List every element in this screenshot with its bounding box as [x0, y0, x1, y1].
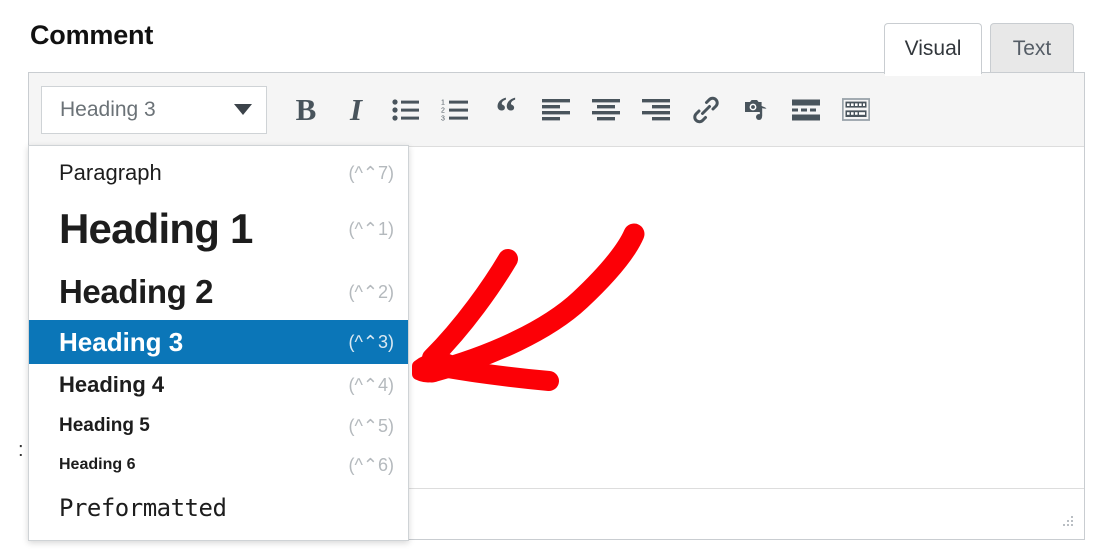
link-icon	[693, 96, 719, 123]
dropdown-item-shortcut: (^⌃1)	[348, 218, 394, 239]
dropdown-item-preformatted[interactable]: Preformatted	[29, 484, 408, 532]
tab-visual-label: Visual	[904, 37, 962, 60]
read-more-button[interactable]	[781, 85, 831, 135]
svg-text:2: 2	[441, 107, 445, 114]
page-title: Comment	[30, 20, 154, 50]
dropdown-item-label: Heading 1	[59, 205, 253, 252]
align-center-button[interactable]	[581, 85, 631, 135]
align-left-icon	[542, 98, 570, 120]
media-icon	[745, 99, 767, 120]
chevron-down-icon	[234, 104, 252, 115]
tab-text[interactable]: Text	[990, 23, 1074, 74]
align-right-icon	[642, 98, 670, 120]
numbered-list-button[interactable]: 1 2 3	[431, 85, 481, 135]
dropdown-item-heading-5[interactable]: Heading 5 (^⌃5)	[29, 406, 408, 446]
dropdown-item-label: Heading 2	[59, 273, 214, 310]
tab-visual[interactable]: Visual	[884, 23, 982, 76]
dropdown-item-label: Heading 3	[59, 326, 184, 357]
bulleted-list-button[interactable]	[381, 85, 431, 135]
tab-text-label: Text	[1012, 37, 1052, 60]
format-select-value: Heading 3	[60, 97, 156, 121]
dropdown-item-label: Heading 6	[59, 456, 136, 473]
dropdown-item-shortcut: (^⌃7)	[348, 162, 394, 183]
add-media-button[interactable]	[731, 85, 781, 135]
editor-toolbar: Heading 3 B I 1 2 3 “	[29, 73, 1084, 147]
keyboard-toolbar-icon	[842, 97, 870, 121]
format-dropdown-menu: Paragraph (^⌃7) Heading 1 (^⌃1) Heading …	[28, 145, 409, 541]
dropdown-item-shortcut: (^⌃2)	[348, 281, 394, 302]
dropdown-item-paragraph[interactable]: Paragraph (^⌃7)	[29, 152, 408, 194]
obscured-underlying-text: :	[18, 440, 24, 461]
dropdown-item-shortcut: (^⌃4)	[348, 374, 394, 395]
dropdown-item-heading-1[interactable]: Heading 1 (^⌃1)	[29, 194, 408, 264]
bulleted-list-icon	[392, 98, 419, 121]
svg-text:3: 3	[441, 115, 445, 122]
editor-mode-tabs: Visual Text	[884, 18, 1074, 76]
dropdown-item-label: Paragraph	[59, 160, 162, 185]
dropdown-item-label: Preformatted	[59, 494, 227, 522]
numbered-list-icon: 1 2 3	[441, 99, 468, 122]
align-left-button[interactable]	[531, 85, 581, 135]
svg-text:1: 1	[441, 99, 445, 106]
dropdown-item-heading-4[interactable]: Heading 4 (^⌃4)	[29, 364, 408, 406]
italic-button[interactable]: I	[331, 85, 381, 135]
dropdown-item-label: Heading 5	[59, 415, 150, 436]
dropdown-item-shortcut: (^⌃3)	[348, 331, 394, 352]
bold-icon: B	[295, 92, 317, 127]
italic-icon: I	[349, 92, 363, 127]
format-select[interactable]: Heading 3	[41, 85, 267, 134]
dropdown-item-heading-3[interactable]: Heading 3 (^⌃3)	[29, 320, 408, 364]
resize-grip-icon[interactable]	[1061, 516, 1074, 529]
insert-link-button[interactable]	[681, 85, 731, 135]
dropdown-item-label: Heading 4	[59, 372, 165, 397]
dropdown-item-shortcut: (^⌃5)	[348, 415, 394, 436]
toolbar-toggle-button[interactable]	[831, 85, 881, 135]
blockquote-button[interactable]: “	[481, 85, 531, 135]
blockquote-icon: “	[495, 89, 517, 136]
dropdown-item-heading-6[interactable]: Heading 6 (^⌃6)	[29, 446, 408, 484]
align-center-icon	[592, 98, 620, 120]
read-more-icon	[792, 99, 820, 120]
bold-button[interactable]: B	[281, 85, 331, 135]
align-right-button[interactable]	[631, 85, 681, 135]
dropdown-item-heading-2[interactable]: Heading 2 (^⌃2)	[29, 264, 408, 320]
dropdown-item-shortcut: (^⌃6)	[348, 454, 394, 475]
